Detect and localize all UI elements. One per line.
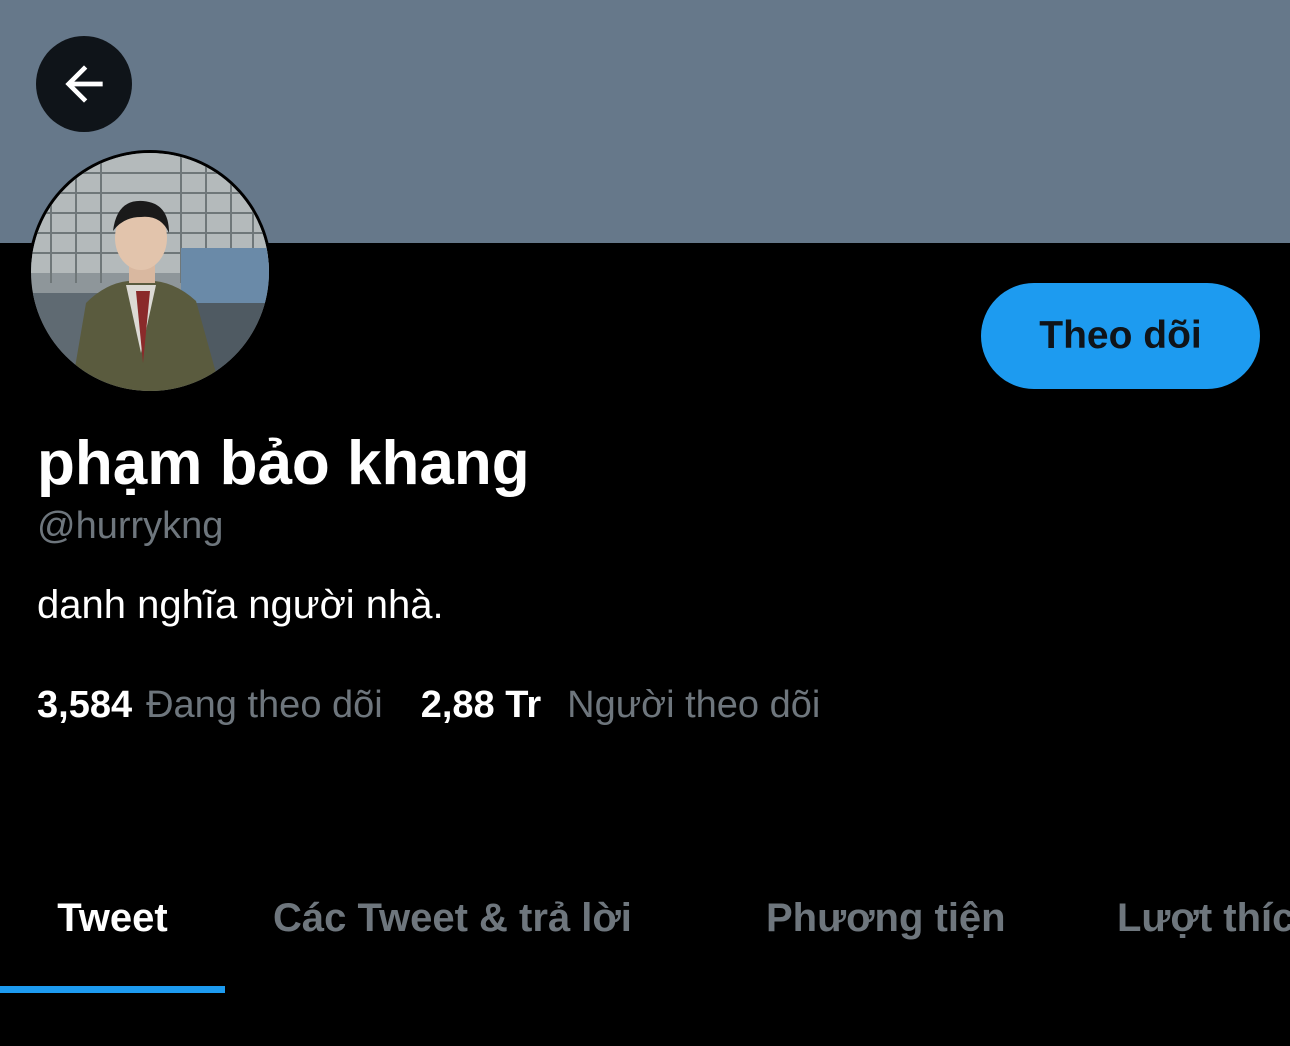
profile-page: Theo dõi phạm bảo khang @hurrykng danh n… — [0, 0, 1290, 1046]
arrow-left-icon — [65, 65, 103, 103]
display-name: phạm bảo khang — [37, 429, 530, 498]
followers-stat[interactable]: 2,88 Tr Người theo dõi — [421, 682, 821, 728]
profile-bio: danh nghĩa người nhà. — [37, 583, 444, 627]
user-handle: @hurrykng — [37, 505, 224, 547]
avatar-photo — [31, 153, 269, 391]
avatar[interactable] — [28, 150, 272, 394]
tab-likes[interactable]: Lượt thích — [1117, 860, 1290, 994]
active-tab-indicator — [0, 986, 225, 993]
following-count: 3,584 — [37, 684, 133, 726]
profile-stats: 3,584 Đang theo dõi 2,88 Tr Người theo d… — [37, 682, 820, 728]
following-stat[interactable]: 3,584 Đang theo dõi — [37, 682, 383, 728]
tab-tweets-and-replies[interactable]: Các Tweet & trả lời — [273, 860, 632, 994]
followers-count: 2,88 Tr — [420, 684, 542, 726]
profile-tabs: Tweet Các Tweet & trả lời Phương tiện Lư… — [0, 860, 1290, 994]
following-label: Đang theo dõi — [146, 684, 383, 726]
back-button[interactable] — [36, 36, 132, 132]
followers-label: Người theo dõi — [567, 684, 821, 726]
tab-media[interactable]: Phương tiện — [766, 860, 1006, 994]
follow-button[interactable]: Theo dõi — [981, 283, 1260, 389]
tab-tweets[interactable]: Tweet — [0, 860, 225, 994]
